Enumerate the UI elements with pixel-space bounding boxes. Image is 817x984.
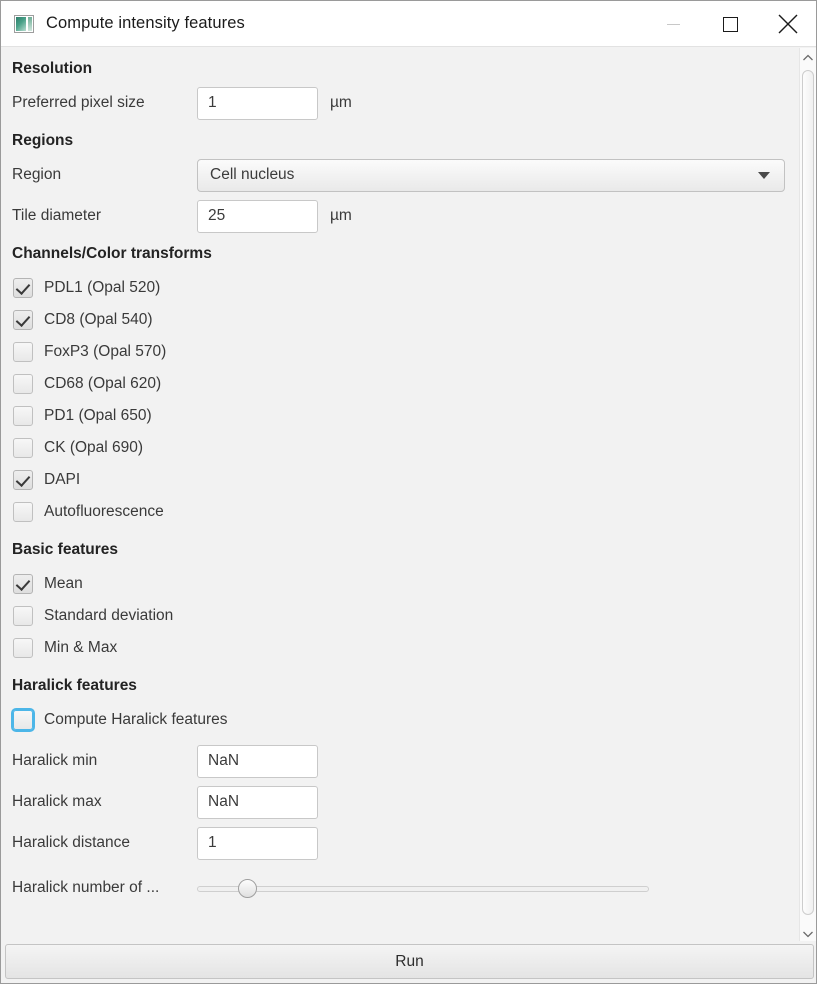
checkbox-label-pd1: PD1 (Opal 650) [44,407,152,424]
unit-preferred-pixel-size: µm [330,94,352,111]
checkbox-label-standard-deviation: Standard deviation [44,607,174,624]
checkbox-row-standard-deviation[interactable]: Standard deviation [1,600,801,632]
basic-features-checkbox-list: Mean Standard deviation Min & Max [1,568,801,664]
checkbox-row-mean[interactable]: Mean [1,568,801,600]
checkbox-mean[interactable] [13,574,33,594]
title-bar: Compute intensity features [1,1,816,47]
section-heading-resolution: Resolution [12,60,93,77]
tile-diameter-input[interactable]: 25 [197,199,318,233]
row-region: Region Cell nucleus [1,158,801,192]
slider-thumb[interactable] [238,879,257,898]
label-haralick-max: Haralick max [12,793,102,810]
checkbox-pd1[interactable] [13,406,33,426]
checkbox-label-pdl1: PDL1 (Opal 520) [44,279,161,296]
checkbox-label-cd68: CD68 (Opal 620) [44,375,162,392]
region-dropdown[interactable]: Cell nucleus [197,158,785,192]
vertical-scrollbar[interactable] [799,48,816,943]
window-controls [645,1,816,47]
close-icon [778,14,797,34]
row-haralick-max: Haralick max NaN [1,785,801,819]
checkbox-compute-haralick[interactable] [11,708,35,732]
chevron-down-icon [803,931,813,937]
slider-track[interactable] [197,886,649,892]
checkbox-cd8[interactable] [13,310,33,330]
row-preferred-pixel-size: Preferred pixel size 1 µm [1,86,801,120]
checkbox-dapi[interactable] [13,470,33,490]
checkbox-row-autofluorescence[interactable]: Autofluorescence [1,496,801,528]
checkbox-label-foxp3: FoxP3 (Opal 570) [44,343,167,360]
chevron-down-icon [758,171,770,179]
row-haralick-distance: Haralick distance 1 [1,826,801,860]
maximize-button[interactable] [702,1,759,47]
checkbox-label-autofluorescence: Autofluorescence [44,503,164,520]
checkbox-row-pdl1[interactable]: PDL1 (Opal 520) [1,272,801,304]
label-region: Region [12,166,62,183]
checkbox-row-cd68[interactable]: CD68 (Opal 620) [1,368,801,400]
channel-checkbox-list: PDL1 (Opal 520) CD8 (Opal 540) FoxP3 (Op… [1,272,801,528]
footer-bar: Run [1,941,816,983]
checkbox-label-dapi: DAPI [44,471,81,488]
section-heading-regions: Regions [12,132,74,149]
close-button[interactable] [759,1,816,47]
haralick-bins-slider[interactable] [197,875,649,901]
scroll-up-button[interactable] [800,49,816,66]
checkbox-row-cd8[interactable]: CD8 (Opal 540) [1,304,801,336]
checkbox-cd68[interactable] [13,374,33,394]
compute-intensity-features-window: Compute intensity features Resolution Pr… [0,0,817,984]
minimize-icon [667,23,680,25]
checkbox-row-pd1[interactable]: PD1 (Opal 650) [1,400,801,432]
scroll-down-button[interactable] [800,925,816,942]
row-haralick-min: Haralick min NaN [1,744,801,778]
maximize-icon [723,16,738,32]
checkbox-row-min-max[interactable]: Min & Max [1,632,801,664]
window-title: Compute intensity features [46,14,245,32]
haralick-min-input[interactable]: NaN [197,744,318,778]
checkbox-pdl1[interactable] [13,278,33,298]
checkbox-row-compute-haralick[interactable]: Compute Haralick features [1,704,801,736]
label-haralick-min: Haralick min [12,752,98,769]
checkbox-ck[interactable] [13,438,33,458]
preferred-pixel-size-input[interactable]: 1 [197,86,318,120]
section-heading-channels: Channels/Color transforms [12,245,212,262]
checkbox-foxp3[interactable] [13,342,33,362]
checkbox-label-compute-haralick: Compute Haralick features [44,711,228,728]
label-haralick-bins: Haralick number of ... [12,879,160,896]
checkbox-row-ck[interactable]: CK (Opal 690) [1,432,801,464]
label-haralick-distance: Haralick distance [12,834,131,851]
checkbox-label-cd8: CD8 (Opal 540) [44,311,153,328]
section-heading-haralick-features: Haralick features [12,677,137,694]
checkbox-label-min-max: Min & Max [44,639,118,656]
row-haralick-bins: Haralick number of ... [1,868,801,908]
haralick-distance-input[interactable]: 1 [197,826,318,860]
settings-panel: Resolution Preferred pixel size 1 µm Reg… [1,47,801,943]
checkbox-label-mean: Mean [44,575,83,592]
run-button[interactable]: Run [5,944,814,979]
region-selected-value: Cell nucleus [210,166,295,183]
scrollbar-thumb[interactable] [802,70,814,915]
chevron-up-icon [803,54,813,60]
label-tile-diameter: Tile diameter [12,207,102,224]
row-tile-diameter: Tile diameter 25 µm [1,199,801,233]
checkbox-row-dapi[interactable]: DAPI [1,464,801,496]
minimize-button[interactable] [645,1,702,47]
checkbox-standard-deviation[interactable] [13,606,33,626]
checkbox-label-ck: CK (Opal 690) [44,439,144,456]
image-thumbnail-icon [14,14,34,33]
unit-tile-diameter: µm [330,207,352,224]
checkbox-autofluorescence[interactable] [13,502,33,522]
checkbox-row-foxp3[interactable]: FoxP3 (Opal 570) [1,336,801,368]
label-preferred-pixel-size: Preferred pixel size [12,94,145,111]
checkbox-min-max[interactable] [13,638,33,658]
haralick-max-input[interactable]: NaN [197,785,318,819]
section-heading-basic-features: Basic features [12,541,118,558]
settings-form: Resolution Preferred pixel size 1 µm Reg… [1,47,801,908]
